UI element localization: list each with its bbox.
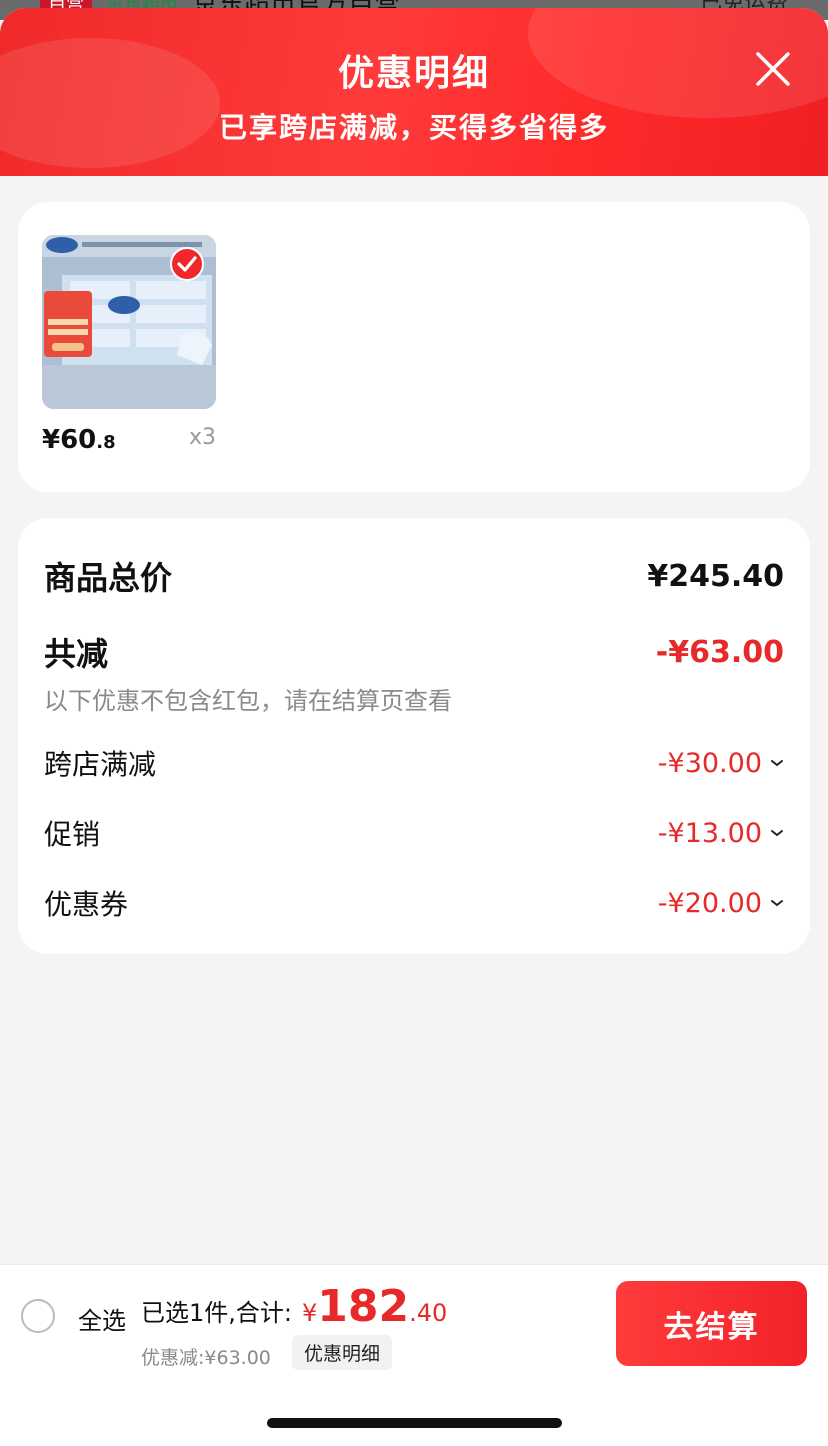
sheet-header: 优惠明细 已享跨店满减，买得多省得多 bbox=[0, 8, 828, 176]
product-image[interactable] bbox=[42, 235, 216, 409]
chevron-down-icon[interactable] bbox=[770, 898, 784, 908]
discount-amount: -¥30.00 bbox=[657, 747, 762, 779]
total-reduce-label: 共减 bbox=[44, 635, 109, 673]
total-decimal: .40 bbox=[409, 1299, 448, 1327]
sheet-subtitle: 已享跨店满减，买得多省得多 bbox=[218, 111, 609, 144]
discount-row-cross-store[interactable]: 跨店满减 -¥30.00 bbox=[44, 743, 784, 783]
self-operated-badge: 自营 bbox=[40, 0, 92, 13]
selected-check-badge[interactable] bbox=[170, 247, 204, 281]
close-button[interactable] bbox=[754, 50, 792, 88]
home-indicator[interactable] bbox=[267, 1418, 562, 1428]
discount-note: 以下优惠不包含红包，请在结算页查看 bbox=[44, 687, 452, 715]
select-all-radio[interactable] bbox=[21, 1299, 55, 1333]
discount-detail-sheet: 优惠明细 已享跨店满减，买得多省得多 ¥60.8 x3 商品总价 ¥245.40… bbox=[0, 8, 828, 1446]
total-price-row: 商品总价 ¥245.40 bbox=[44, 553, 784, 599]
product-quantity: x3 bbox=[188, 425, 216, 450]
total-price-value: ¥245.40 bbox=[647, 558, 784, 594]
checkout-bar: 全选 已选1件,合计: ¥182.40 优惠减:¥63.00 优惠明细 去结算 bbox=[0, 1264, 828, 1374]
discount-amount: -¥20.00 bbox=[657, 887, 762, 919]
discount-amount: -¥13.00 bbox=[657, 817, 762, 849]
discount-detail-button[interactable]: 优惠明细 bbox=[292, 1335, 393, 1370]
discount-row-coupon[interactable]: 优惠券 -¥20.00 bbox=[44, 883, 784, 923]
checkmark-icon bbox=[177, 256, 197, 272]
discount-value: -¥20.00 bbox=[658, 888, 784, 919]
select-all-label[interactable]: 全选 bbox=[78, 1301, 126, 1336]
product-card: ¥60.8 x3 bbox=[18, 202, 810, 492]
product-price: ¥60.8 bbox=[42, 425, 116, 455]
home-indicator-area bbox=[0, 1374, 828, 1446]
chevron-down-icon[interactable] bbox=[770, 828, 784, 838]
discount-label: 跨店满减 bbox=[44, 748, 157, 781]
total-reduce-value: -¥63.00 bbox=[655, 634, 784, 670]
selected-info: 已选1件,合计: bbox=[141, 1299, 292, 1327]
discount-value: -¥13.00 bbox=[658, 818, 784, 849]
price-integer: ¥60 bbox=[42, 425, 97, 455]
sheet-title: 优惠明细 bbox=[337, 53, 490, 94]
total-reduce-row: 共减 -¥63.00 bbox=[44, 629, 784, 675]
discount-label: 优惠券 bbox=[44, 888, 129, 921]
discount-label: 促销 bbox=[44, 818, 101, 851]
total-amount: ¥182.40 bbox=[302, 1281, 447, 1332]
discount-summary: 优惠减:¥63.00 bbox=[141, 1347, 271, 1369]
jd-mart-badge: 京东超市 bbox=[106, 0, 178, 14]
store-name: 京东超市官方自营 bbox=[192, 0, 400, 17]
discount-value: -¥30.00 bbox=[658, 748, 784, 779]
shipping-status: 已免运费 bbox=[700, 0, 788, 15]
total-price-label: 商品总价 bbox=[44, 559, 173, 597]
chevron-down-icon[interactable] bbox=[770, 758, 784, 768]
price-decimal: .8 bbox=[96, 432, 116, 453]
checkout-button[interactable]: 去结算 bbox=[616, 1281, 807, 1366]
price-summary-card: 商品总价 ¥245.40 共减 -¥63.00 以下优惠不包含红包，请在结算页查… bbox=[18, 518, 810, 954]
total-currency: ¥ bbox=[302, 1299, 318, 1327]
discount-row-promotion[interactable]: 促销 -¥13.00 bbox=[44, 813, 784, 853]
close-icon bbox=[756, 52, 790, 86]
total-integer: 182 bbox=[317, 1281, 410, 1332]
product-item[interactable]: ¥60.8 x3 bbox=[42, 235, 216, 455]
